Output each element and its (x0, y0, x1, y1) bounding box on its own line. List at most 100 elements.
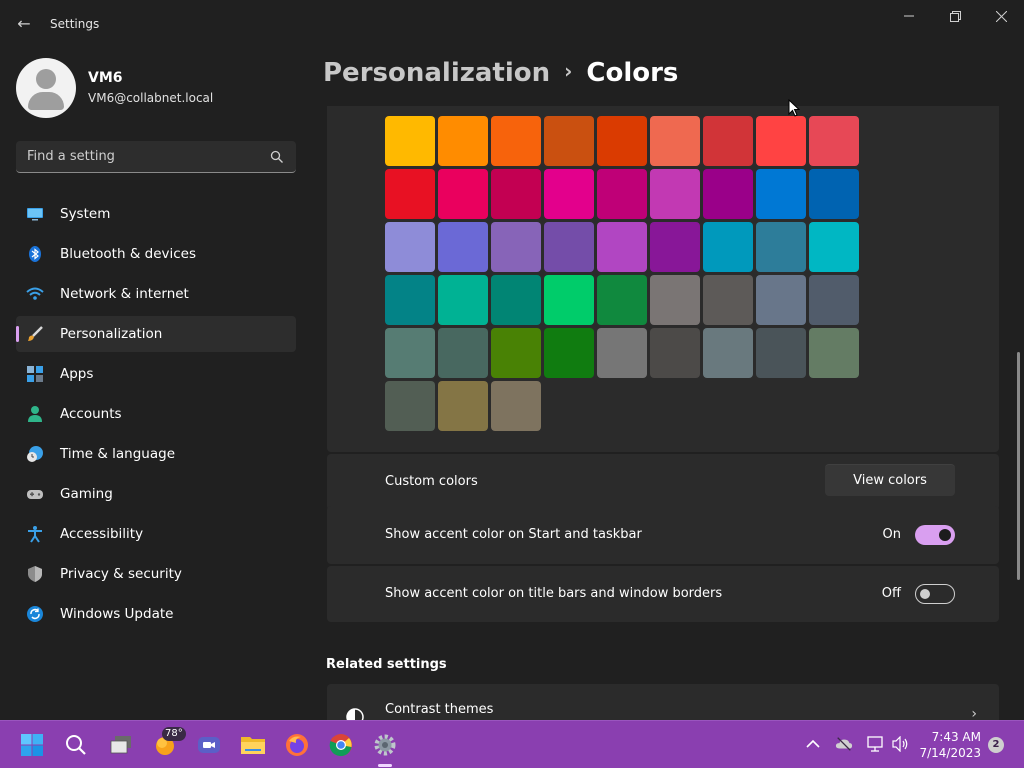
breadcrumb-parent[interactable]: Personalization (323, 58, 550, 88)
taskbar-clock[interactable]: 7:43 AM 7/14/2023 (919, 729, 981, 761)
search-input[interactable]: Find a setting (27, 149, 115, 164)
accent-color-swatch[interactable] (438, 381, 488, 431)
accent-color-swatch[interactable] (385, 328, 435, 378)
network-status-button[interactable] (867, 735, 885, 753)
accent-color-swatch[interactable] (756, 328, 806, 378)
task-view-button[interactable] (107, 731, 135, 759)
windows-logo-icon (21, 734, 43, 756)
file-explorer-button[interactable] (239, 731, 267, 759)
accent-start-taskbar-toggle[interactable] (915, 525, 955, 545)
accent-color-swatch[interactable] (544, 222, 594, 272)
sidebar-item-privacy[interactable]: Privacy & security (16, 556, 296, 592)
accent-color-swatch[interactable] (650, 222, 700, 272)
accent-color-swatch[interactable] (544, 275, 594, 325)
teams-chat-button[interactable] (195, 731, 223, 759)
accent-color-swatch[interactable] (385, 169, 435, 219)
accent-color-swatch[interactable] (385, 275, 435, 325)
accent-color-swatch[interactable] (756, 169, 806, 219)
chrome-button[interactable] (327, 731, 355, 759)
contrast-themes-row[interactable]: Contrast themes › (327, 684, 999, 726)
accent-color-swatch[interactable] (491, 275, 541, 325)
restore-button[interactable] (932, 4, 978, 28)
scrollbar[interactable] (1017, 352, 1020, 580)
accent-color-swatch[interactable] (438, 275, 488, 325)
accent-color-swatch[interactable] (491, 222, 541, 272)
accent-color-swatch[interactable] (597, 116, 647, 166)
minimize-button[interactable] (886, 4, 932, 28)
accent-color-swatch[interactable] (703, 275, 753, 325)
accent-color-swatch[interactable] (491, 328, 541, 378)
accent-title-bars-toggle[interactable] (915, 584, 955, 604)
monitor-icon (27, 208, 43, 221)
accent-color-swatch[interactable] (703, 328, 753, 378)
sidebar-item-personalization[interactable]: Personalization (16, 316, 296, 352)
volume-button[interactable] (891, 735, 909, 753)
accent-color-swatch[interactable] (650, 275, 700, 325)
accent-color-swatch[interactable] (650, 116, 700, 166)
accent-color-swatch[interactable] (597, 328, 647, 378)
accent-color-swatch[interactable] (438, 328, 488, 378)
view-colors-button[interactable]: View colors (825, 464, 955, 496)
notification-badge[interactable]: 2 (988, 737, 1004, 753)
accent-color-swatch[interactable] (809, 328, 859, 378)
sidebar-item-network[interactable]: Network & internet (16, 276, 296, 312)
accent-color-swatch[interactable] (703, 116, 753, 166)
sidebar-item-gaming[interactable]: Gaming (16, 476, 296, 512)
accent-color-swatch[interactable] (809, 222, 859, 272)
custom-colors-label: Custom colors (385, 474, 478, 489)
accent-color-swatch[interactable] (544, 116, 594, 166)
settings-app-button[interactable] (371, 731, 399, 759)
sidebar-item-windows-update[interactable]: Windows Update (16, 596, 296, 632)
taskbar-search-button[interactable] (62, 731, 90, 759)
accent-color-swatch[interactable] (703, 169, 753, 219)
sidebar-item-bluetooth[interactable]: Bluetooth & devices (16, 236, 296, 272)
accent-color-swatch[interactable] (385, 381, 435, 431)
sidebar-item-system[interactable]: System (16, 196, 296, 232)
accent-color-swatch[interactable] (650, 328, 700, 378)
accent-color-swatch[interactable] (438, 169, 488, 219)
accent-color-swatch[interactable] (491, 381, 541, 431)
accent-start-taskbar-state: On (882, 527, 901, 542)
bluetooth-icon (29, 246, 41, 262)
title-bar: ← Settings (0, 0, 1024, 48)
user-profile[interactable]: VM6 VM6@collabnet.local (16, 58, 306, 118)
sidebar-item-accessibility[interactable]: Accessibility (16, 516, 296, 552)
breadcrumb: Personalization › Colors (323, 58, 678, 98)
accent-color-swatch[interactable] (809, 275, 859, 325)
accent-color-swatch[interactable] (809, 116, 859, 166)
sidebar-item-apps[interactable]: Apps (16, 356, 296, 392)
accent-color-swatch[interactable] (703, 222, 753, 272)
accent-color-swatch[interactable] (650, 169, 700, 219)
accent-color-swatch[interactable] (597, 222, 647, 272)
accent-color-swatch[interactable] (597, 169, 647, 219)
accent-color-swatch[interactable] (491, 116, 541, 166)
sidebar-item-accounts[interactable]: Accounts (16, 396, 296, 432)
nav-menu: System Bluetooth & devices Network & int… (16, 196, 296, 636)
start-button[interactable] (18, 731, 46, 759)
accent-color-swatch[interactable] (385, 116, 435, 166)
search-box[interactable]: Find a setting (16, 141, 296, 173)
search-icon[interactable] (270, 150, 284, 164)
accent-color-swatch[interactable] (385, 222, 435, 272)
onedrive-button[interactable] (835, 735, 853, 753)
close-button[interactable] (978, 4, 1024, 28)
accent-color-swatch[interactable] (544, 169, 594, 219)
firefox-icon (286, 734, 308, 756)
accent-color-swatch[interactable] (756, 116, 806, 166)
accent-color-swatch[interactable] (491, 169, 541, 219)
clock-time: 7:43 AM (931, 730, 981, 744)
accent-color-swatch[interactable] (756, 275, 806, 325)
sidebar-item-time-language[interactable]: Time & language (16, 436, 296, 472)
back-button[interactable]: ← (14, 14, 34, 34)
sidebar-item-label: Windows Update (60, 606, 174, 622)
accent-color-swatch[interactable] (438, 116, 488, 166)
accent-color-swatch[interactable] (597, 275, 647, 325)
sidebar-item-label: Personalization (60, 326, 163, 342)
accent-color-swatch[interactable] (756, 222, 806, 272)
accent-color-swatch[interactable] (809, 169, 859, 219)
show-hidden-icons-button[interactable] (804, 735, 822, 753)
task-view-icon (110, 736, 131, 754)
firefox-button[interactable] (283, 731, 311, 759)
accent-color-swatch[interactable] (438, 222, 488, 272)
accent-color-swatch[interactable] (544, 328, 594, 378)
